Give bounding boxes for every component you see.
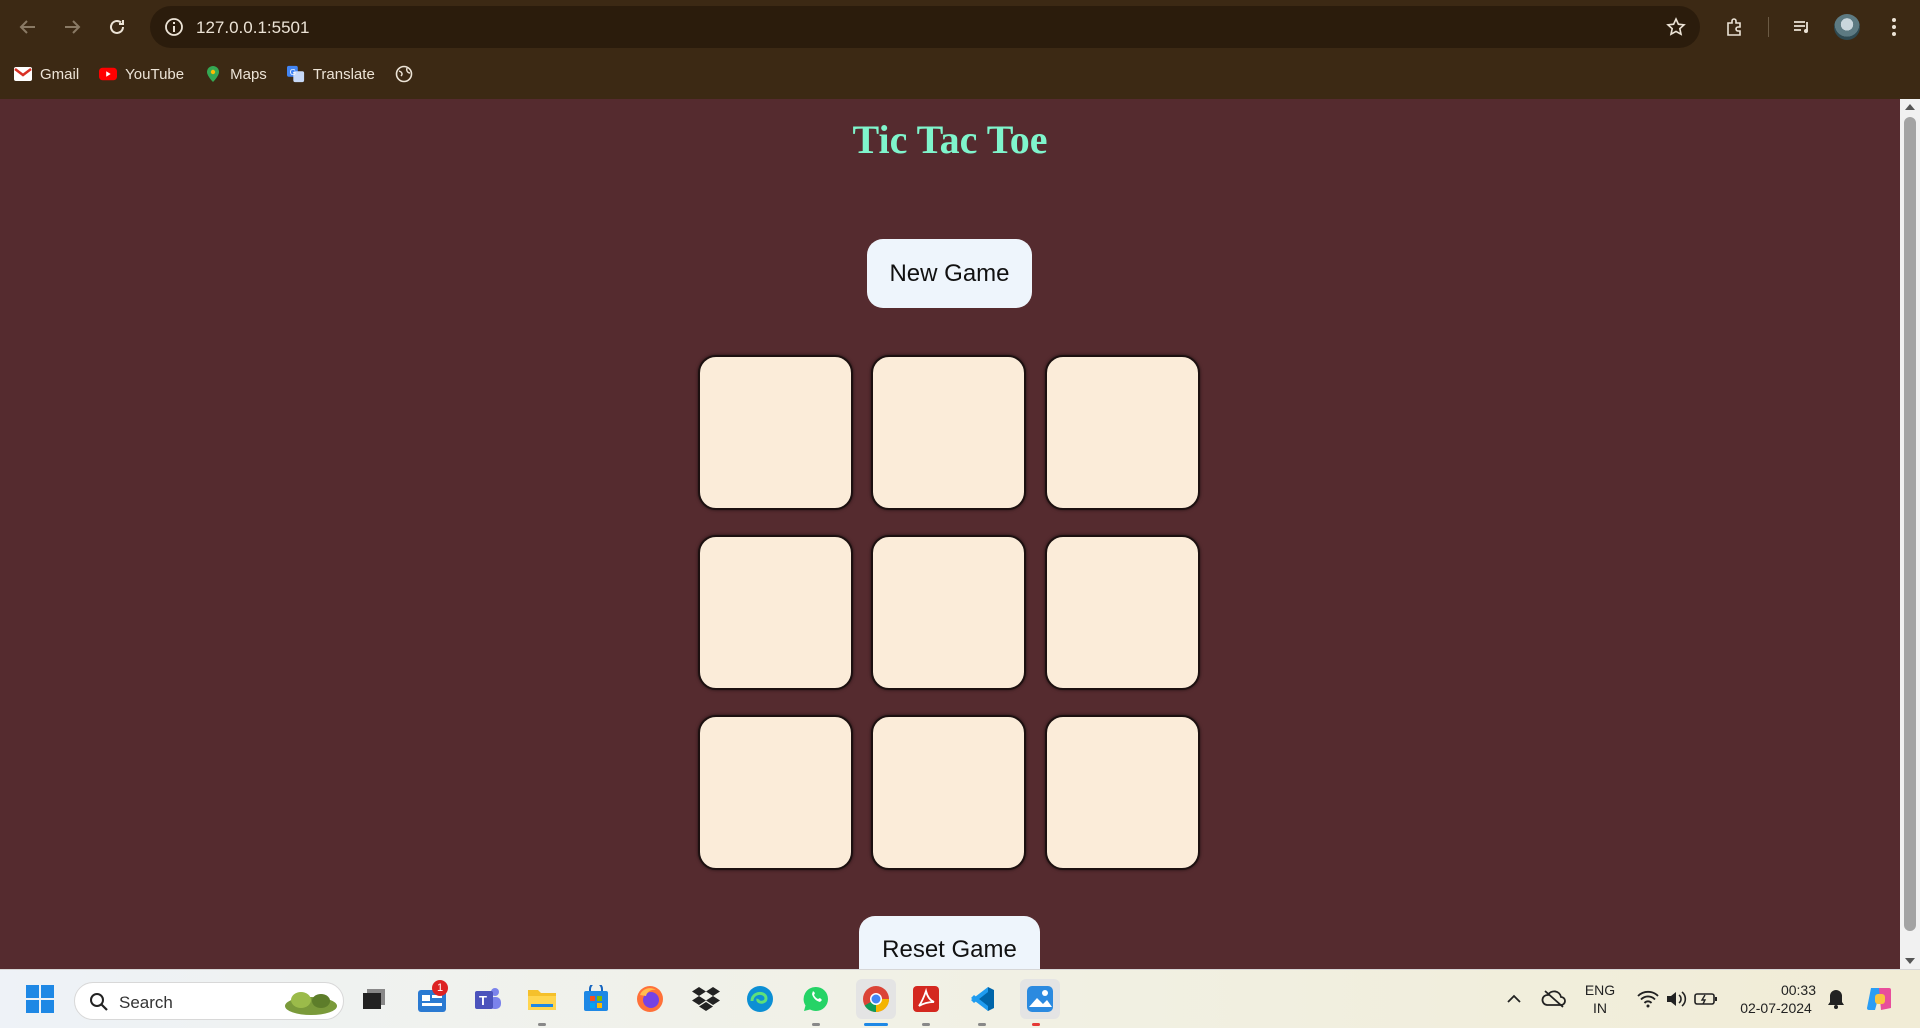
notification-badge: 1 bbox=[432, 980, 448, 996]
board-cell-9[interactable] bbox=[1045, 715, 1200, 870]
taskbar-search[interactable]: Search bbox=[74, 982, 344, 1020]
browser-toolbar: 127.0.0.1:5501 Gmail YouTube Maps G Tran… bbox=[0, 0, 1920, 99]
reload-icon bbox=[110, 19, 124, 34]
back-button[interactable] bbox=[14, 13, 42, 41]
board-cell-6[interactable] bbox=[1045, 535, 1200, 690]
maps-icon bbox=[204, 65, 222, 83]
toolbar-divider bbox=[1768, 17, 1769, 37]
bookmark-star-icon[interactable] bbox=[1666, 17, 1686, 42]
dropbox-icon[interactable] bbox=[690, 983, 722, 1015]
photos-icon[interactable] bbox=[1020, 979, 1060, 1019]
address-bar[interactable]: 127.0.0.1:5501 bbox=[150, 6, 1700, 48]
bookmark-youtube[interactable]: YouTube bbox=[99, 65, 184, 83]
game-board bbox=[698, 355, 1201, 870]
file-explorer-icon[interactable] bbox=[526, 983, 558, 1015]
forward-button[interactable] bbox=[58, 13, 86, 41]
running-indicator bbox=[812, 1023, 820, 1026]
page-scrollbar[interactable] bbox=[1900, 99, 1920, 969]
youtube-icon bbox=[99, 65, 118, 83]
clock-date: 02-07-2024 bbox=[1740, 1000, 1812, 1016]
running-indicator bbox=[922, 1023, 930, 1026]
bookmarks-bar: Gmail YouTube Maps G Translate bbox=[14, 62, 441, 86]
bookmark-gmail[interactable]: Gmail bbox=[14, 65, 79, 83]
microsoft-store-icon[interactable] bbox=[580, 983, 612, 1015]
board-cell-3[interactable] bbox=[1045, 355, 1200, 510]
clock[interactable]: 00:33 02-07-2024 bbox=[1730, 981, 1822, 1017]
translate-icon: G bbox=[286, 65, 305, 83]
teams-icon[interactable]: T bbox=[472, 983, 504, 1015]
edge-icon[interactable] bbox=[744, 983, 776, 1015]
back-arrow-icon bbox=[19, 20, 35, 34]
page-title: Tic Tac Toe bbox=[852, 117, 1048, 162]
whatsapp-icon[interactable] bbox=[800, 983, 832, 1015]
board-cell-5[interactable] bbox=[871, 535, 1026, 690]
scroll-up-icon[interactable] bbox=[1905, 104, 1915, 110]
board-cell-2[interactable] bbox=[871, 355, 1026, 510]
bookmark-globe[interactable] bbox=[395, 65, 421, 83]
search-highlight-icon bbox=[285, 992, 337, 1015]
chevron-up-icon[interactable] bbox=[1498, 983, 1530, 1015]
profile-avatar[interactable] bbox=[1834, 14, 1860, 40]
windows-taskbar: Search 1 T ENG IN 00:33 02-07-2024 bbox=[0, 969, 1920, 1028]
scrollbar-thumb[interactable] bbox=[1904, 117, 1916, 931]
firefox-icon[interactable] bbox=[634, 983, 666, 1015]
search-placeholder: Search bbox=[119, 993, 173, 1012]
forward-arrow-icon bbox=[65, 20, 81, 34]
svg-text:T: T bbox=[479, 993, 487, 1008]
board-cell-8[interactable] bbox=[871, 715, 1026, 870]
task-view-icon[interactable] bbox=[358, 983, 390, 1015]
bookmark-maps[interactable]: Maps bbox=[204, 65, 267, 83]
language-indicator[interactable]: ENG IN bbox=[1582, 981, 1618, 1017]
volume-icon[interactable] bbox=[1660, 983, 1692, 1015]
search-icon bbox=[90, 993, 108, 1011]
vscode-icon[interactable] bbox=[966, 983, 998, 1015]
gmail-icon bbox=[14, 65, 32, 83]
copilot-icon[interactable] bbox=[1864, 983, 1896, 1015]
site-info-icon[interactable] bbox=[164, 17, 184, 42]
acrobat-icon[interactable] bbox=[910, 983, 942, 1015]
scroll-down-icon[interactable] bbox=[1905, 958, 1915, 964]
notification-bell-icon[interactable] bbox=[1820, 983, 1852, 1015]
battery-icon[interactable] bbox=[1690, 983, 1722, 1015]
active-indicator bbox=[864, 1023, 888, 1026]
kebab-menu-icon[interactable] bbox=[1880, 13, 1908, 41]
chrome-icon[interactable] bbox=[856, 979, 896, 1019]
onedrive-icon[interactable] bbox=[1538, 983, 1570, 1015]
running-indicator bbox=[538, 1023, 546, 1026]
running-indicator bbox=[1032, 1023, 1040, 1026]
clock-time: 00:33 bbox=[1780, 982, 1816, 998]
board-cell-4[interactable] bbox=[698, 535, 853, 690]
running-indicator bbox=[978, 1023, 986, 1026]
windows-start-icon[interactable] bbox=[24, 983, 56, 1015]
globe-icon bbox=[395, 65, 413, 83]
extensions-icon[interactable] bbox=[1721, 13, 1749, 41]
new-game-button[interactable]: New Game bbox=[867, 239, 1032, 308]
reload-button[interactable] bbox=[103, 13, 131, 41]
board-cell-1[interactable] bbox=[698, 355, 853, 510]
bookmark-translate[interactable]: G Translate bbox=[286, 65, 375, 83]
svg-text:G: G bbox=[290, 68, 296, 77]
media-control-icon[interactable] bbox=[1788, 13, 1816, 41]
url-text: 127.0.0.1:5501 bbox=[196, 18, 310, 37]
board-cell-7[interactable] bbox=[698, 715, 853, 870]
